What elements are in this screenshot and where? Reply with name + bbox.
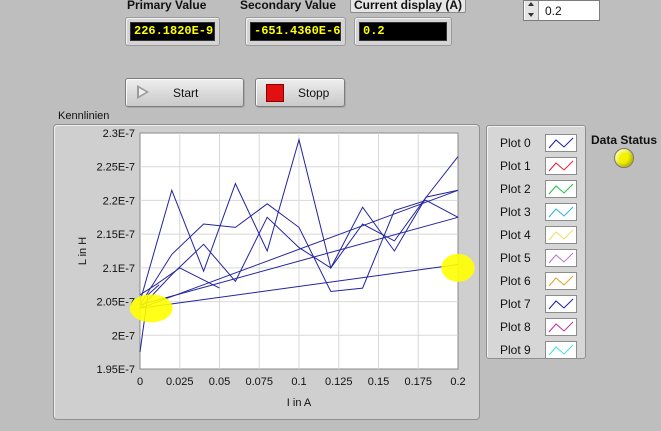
legend-item[interactable]: Plot 0 (487, 132, 585, 155)
legend-item[interactable]: Plot 3 (487, 201, 585, 224)
legend-item[interactable]: Plot 7 (487, 293, 585, 316)
legend-swatch[interactable] (545, 134, 577, 152)
legend-item[interactable]: Plot 8 (487, 316, 585, 339)
legend-swatch[interactable] (545, 272, 577, 290)
legend-item-label: Plot 0 (500, 136, 531, 150)
y-tick-label: 2.2E-7 (103, 195, 135, 207)
legend-item-label: Plot 9 (500, 343, 531, 357)
y-axis-label: L in H (77, 237, 89, 265)
legend-item-label: Plot 1 (500, 159, 531, 173)
legend-item[interactable]: Plot 2 (487, 178, 585, 201)
y-tick-label: 2.25E-7 (96, 162, 135, 174)
legend-item[interactable]: Plot 9 (487, 339, 585, 362)
x-tick-label: 0.125 (325, 376, 353, 388)
legend-swatch[interactable] (545, 318, 577, 336)
legend-item[interactable]: Plot 4 (487, 224, 585, 247)
x-tick-label: 0.1 (291, 376, 306, 388)
legend-item[interactable]: Plot 6 (487, 270, 585, 293)
legend-item-label: Plot 6 (500, 274, 531, 288)
x-tick-label: 0.2 (450, 376, 465, 388)
x-tick-label: 0 (137, 376, 143, 388)
legend-swatch[interactable] (545, 295, 577, 313)
y-tick-label: 2.3E-7 (103, 128, 135, 140)
legend-item-label: Plot 2 (500, 182, 531, 196)
x-tick-label: 0.05 (209, 376, 230, 388)
legend-swatch[interactable] (545, 226, 577, 244)
x-tick-label: 0.075 (245, 376, 273, 388)
highlight-mark (441, 253, 475, 282)
plot-legend[interactable]: Plot 0 Plot 1 Plot 2 Plot 3 Plot 4 Plot 5 Plot… (486, 125, 586, 359)
x-axis-label: I in A (287, 397, 312, 409)
legend-item-label: Plot 7 (500, 297, 531, 311)
legend-swatch[interactable] (545, 157, 577, 175)
y-tick-label: 2.1E-7 (103, 263, 135, 275)
y-tick-label: 2.05E-7 (96, 297, 135, 309)
legend-item[interactable]: Plot 5 (487, 247, 585, 270)
legend-item-label: Plot 8 (500, 320, 531, 334)
data-status-led (614, 148, 634, 168)
legend-item-label: Plot 5 (500, 251, 531, 265)
legend-swatch[interactable] (545, 203, 577, 221)
y-tick-label: 1.95E-7 (96, 364, 135, 376)
legend-item[interactable]: Plot 1 (487, 155, 585, 178)
x-tick-label: 0.175 (404, 376, 432, 388)
x-tick-label: 0.15 (368, 376, 389, 388)
data-status-label: Data Status (591, 133, 658, 147)
highlight-mark (129, 294, 173, 323)
legend-swatch[interactable] (545, 249, 577, 267)
legend-swatch[interactable] (545, 341, 577, 359)
y-tick-label: 2E-7 (112, 330, 135, 342)
legend-swatch[interactable] (545, 180, 577, 198)
legend-item-label: Plot 3 (500, 205, 531, 219)
y-tick-label: 2.15E-7 (96, 229, 135, 241)
x-tick-label: 0.025 (166, 376, 194, 388)
legend-item-label: Plot 4 (500, 228, 531, 242)
